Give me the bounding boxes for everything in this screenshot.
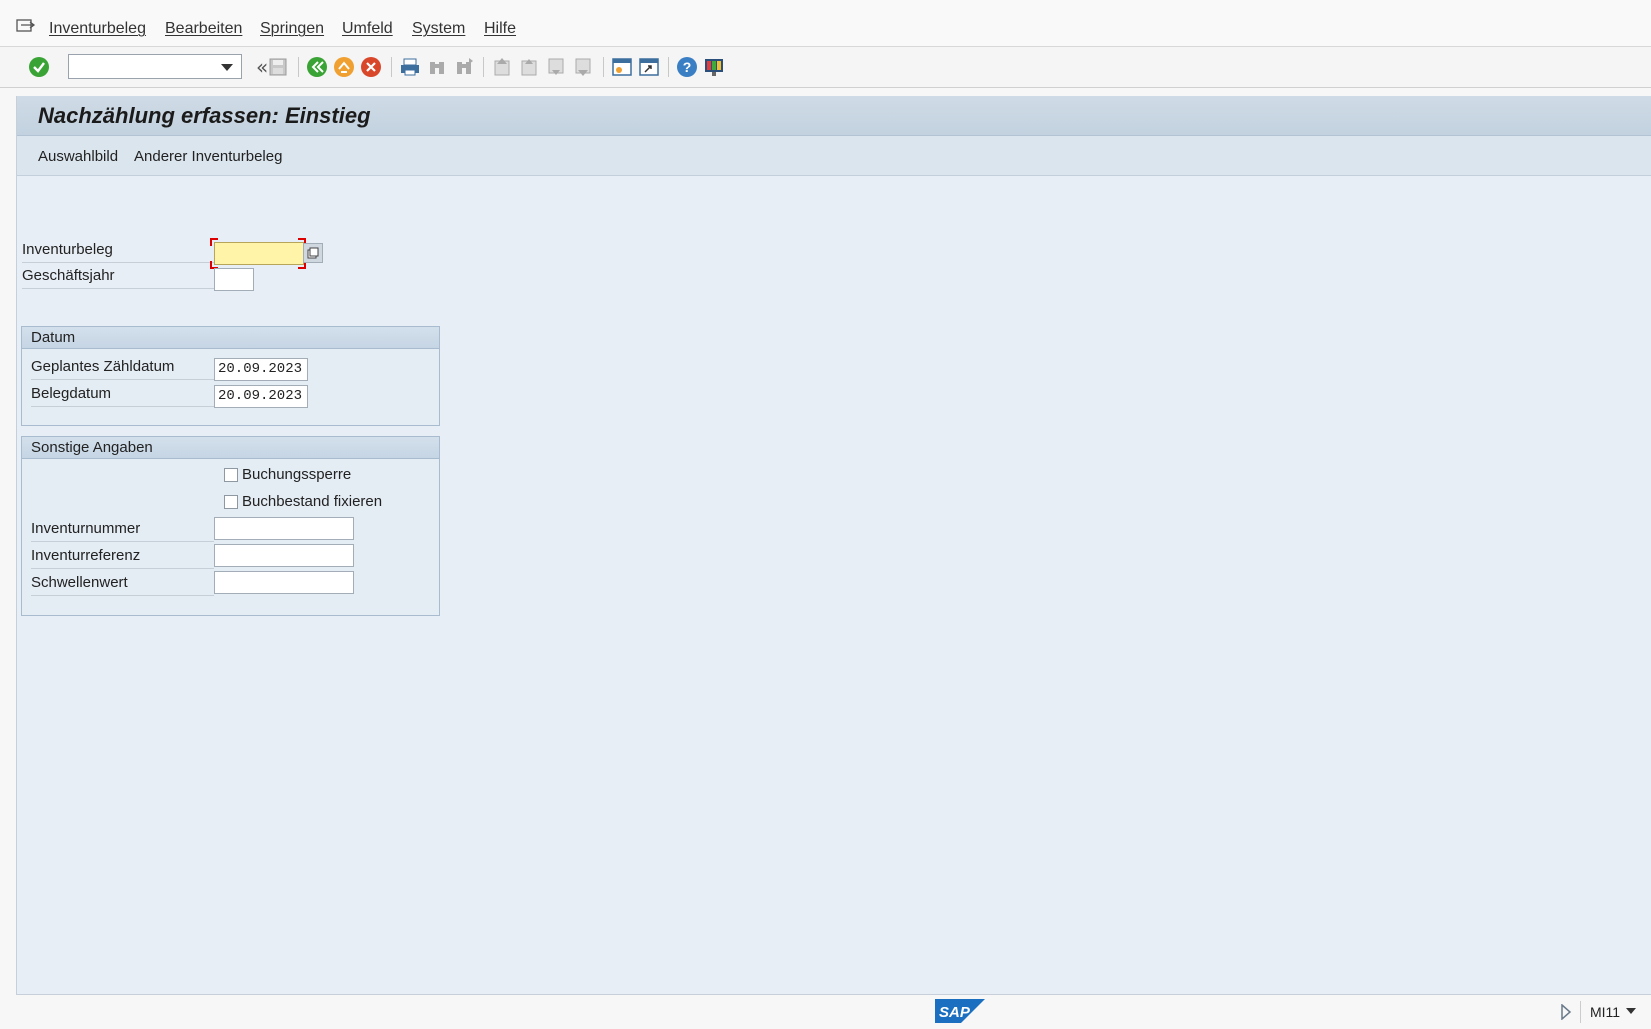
buchungssperre-label[interactable]: Buchungssperre: [242, 466, 351, 483]
schwellenwert-input[interactable]: [214, 571, 354, 594]
menu-bearbeiten[interactable]: Bearbeiten: [165, 20, 242, 38]
new-session-icon[interactable]: [610, 55, 634, 79]
svg-text:?: ?: [683, 59, 692, 75]
page-title: Nachzählung erfassen: Einstieg: [38, 103, 371, 128]
find-icon[interactable]: [425, 55, 449, 79]
menu-inventurbeleg[interactable]: Inventurbeleg: [49, 20, 146, 38]
menu-umfeld[interactable]: Umfeld: [342, 20, 393, 38]
customize-layout-icon[interactable]: [702, 55, 726, 79]
chevron-down-icon[interactable]: [1626, 1008, 1636, 1014]
inventurbeleg-label: Inventurbeleg: [22, 239, 214, 263]
geschaeftsjahr-input[interactable]: [214, 268, 254, 291]
save-icon[interactable]: [266, 55, 290, 79]
next-page-icon[interactable]: [544, 55, 568, 79]
sonstige-angaben-header: Sonstige Angaben: [22, 437, 439, 459]
buchbestand-fixieren-label[interactable]: Buchbestand fixieren: [242, 493, 382, 510]
sonstige-angaben-title: Sonstige Angaben: [31, 439, 153, 456]
sonstige-angaben-group: Sonstige Angaben Buchungssperre Buchbest…: [21, 436, 440, 616]
datum-group: Datum Geplantes Zähldatum 20.09.2023 Bel…: [21, 326, 440, 426]
print-icon[interactable]: [398, 55, 422, 79]
play-arrow-icon[interactable]: [1560, 1004, 1572, 1020]
sap-logo: SAP: [935, 999, 985, 1023]
chevron-down-icon[interactable]: [221, 64, 233, 71]
transaction-code[interactable]: MI11: [1590, 1004, 1620, 1020]
inventurnummer-label: Inventurnummer: [31, 518, 214, 542]
exit-icon[interactable]: [332, 55, 356, 79]
find-next-icon[interactable]: [452, 55, 476, 79]
system-toolbar: « ?: [0, 47, 1651, 88]
inventurreferenz-input[interactable]: [214, 544, 354, 567]
sap-logo-text: SAP: [939, 1004, 971, 1021]
toolbar-separator: [603, 57, 604, 77]
status-separator: [1580, 1001, 1581, 1023]
belegdatum-input[interactable]: 20.09.2023: [214, 385, 308, 408]
geplantes-zaehldatum-input[interactable]: 20.09.2023: [214, 358, 308, 381]
geplantes-zaehldatum-label: Geplantes Zähldatum: [31, 356, 214, 380]
enter-icon[interactable]: [27, 55, 51, 79]
schwellenwert-label: Schwellenwert: [31, 572, 214, 596]
datum-group-title: Datum: [31, 329, 76, 346]
title-bar: Nachzählung erfassen: Einstieg: [17, 96, 1651, 136]
toolbar-separator: [298, 57, 299, 77]
cancel-icon[interactable]: [359, 55, 383, 79]
back-icon[interactable]: [305, 55, 329, 79]
inventurbeleg-input[interactable]: [214, 242, 304, 265]
anderer-inventurbeleg-button[interactable]: Anderer Inventurbeleg: [134, 148, 282, 165]
buchungssperre-checkbox[interactable]: [224, 468, 238, 482]
shortcut-icon[interactable]: [637, 55, 661, 79]
value-help-icon[interactable]: [303, 243, 323, 263]
command-field[interactable]: [68, 54, 242, 79]
datum-group-header: Datum: [22, 327, 439, 349]
first-page-icon[interactable]: [490, 55, 514, 79]
focus-marker: [210, 238, 218, 246]
inventurreferenz-label: Inventurreferenz: [31, 545, 214, 569]
auswahlbild-button[interactable]: Auswahlbild: [38, 148, 118, 165]
status-bar: SAP MI11: [0, 995, 1651, 1029]
menu-hilfe[interactable]: Hilfe: [484, 20, 516, 38]
toolbar-separator: [668, 57, 669, 77]
menu-bar: Inventurbeleg Bearbeiten Springen Umfeld…: [0, 0, 1651, 47]
toolbar-separator: [391, 57, 392, 77]
belegdatum-label: Belegdatum: [31, 383, 214, 407]
application-toolbar: Auswahlbild Anderer Inventurbeleg: [17, 136, 1651, 176]
last-page-icon[interactable]: [571, 55, 595, 79]
menu-springen[interactable]: Springen: [260, 20, 324, 38]
menu-system[interactable]: System: [412, 20, 465, 38]
help-icon[interactable]: ?: [675, 55, 699, 79]
geschaeftsjahr-label: Geschäftsjahr: [22, 265, 214, 289]
toolbar-separator: [483, 57, 484, 77]
inventurnummer-input[interactable]: [214, 517, 354, 540]
system-menu-icon[interactable]: [16, 17, 36, 33]
main-screen: Nachzählung erfassen: Einstieg Auswahlbi…: [16, 96, 1651, 995]
buchbestand-fixieren-checkbox[interactable]: [224, 495, 238, 509]
prev-page-icon[interactable]: [517, 55, 541, 79]
